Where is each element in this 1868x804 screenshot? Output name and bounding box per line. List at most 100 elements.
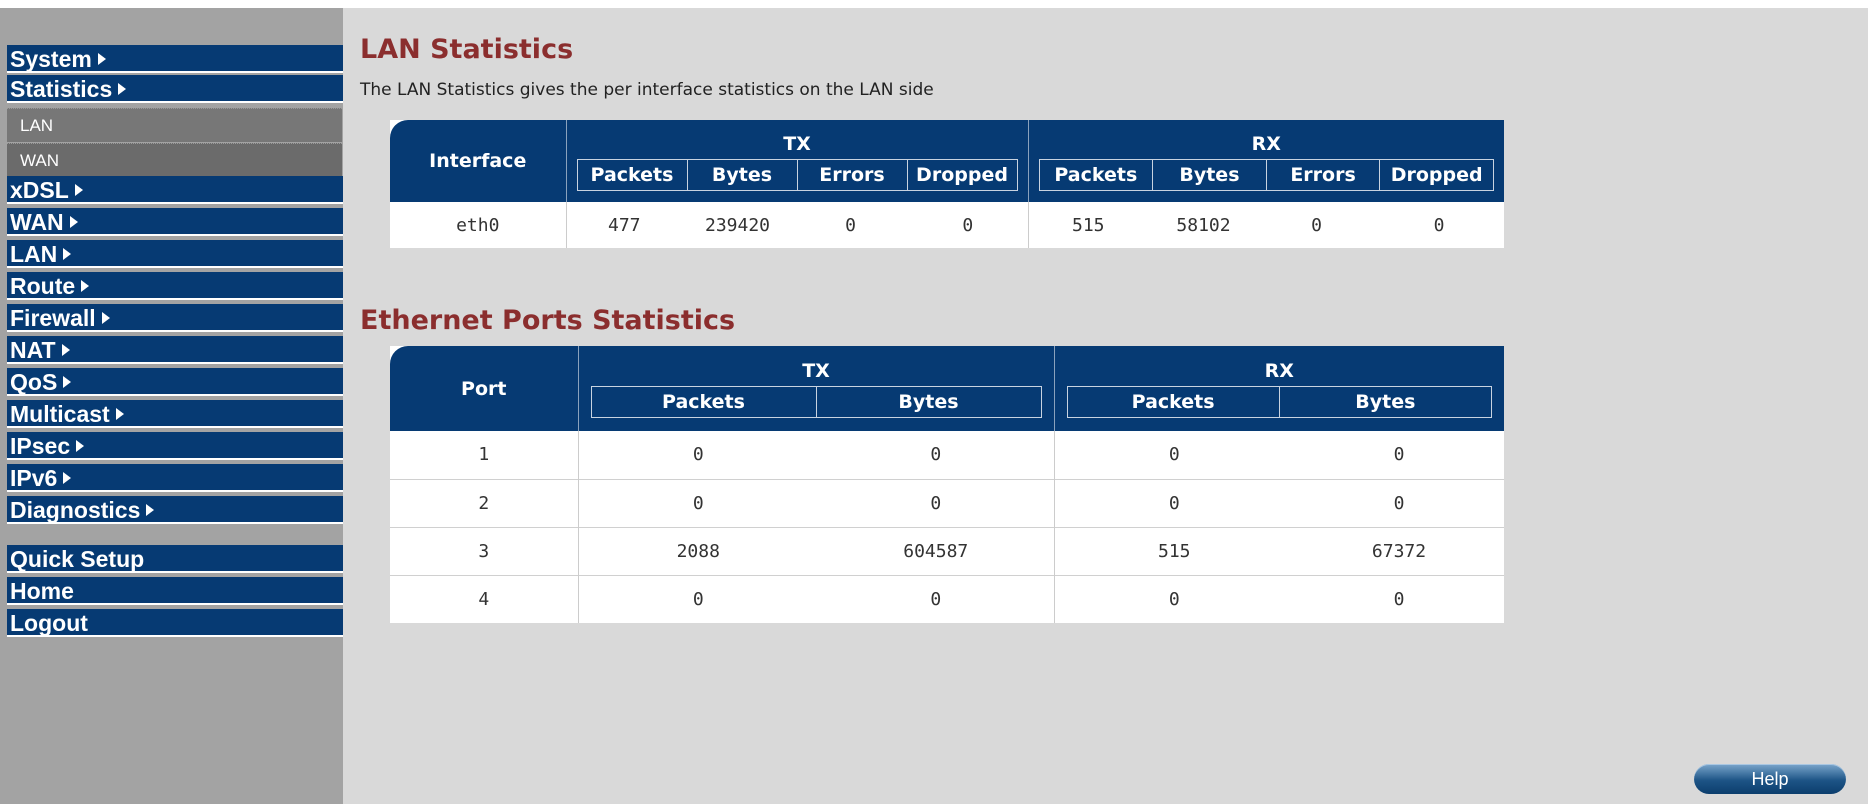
nav-route[interactable]: Route xyxy=(7,272,360,300)
lan-stats-table: Interface TX Packets Bytes Errors Droppe… xyxy=(390,120,1504,248)
chevron-right-icon xyxy=(61,343,70,356)
nav-label: Multicast xyxy=(10,401,110,427)
nav-diagnostics[interactable]: Diagnostics xyxy=(7,496,360,524)
nav-label: Logout xyxy=(10,610,88,636)
nav-lan[interactable]: LAN xyxy=(7,240,360,268)
nav-statistics-lan[interactable]: LAN xyxy=(7,108,342,142)
tx-group-label: TX xyxy=(802,359,830,382)
col-header-tx-packets: Packets xyxy=(592,386,817,417)
cell-rx-bytes: 0 xyxy=(1393,492,1405,514)
nav-quick-setup[interactable]: Quick Setup xyxy=(7,545,360,573)
rx-subheaders: Packets Bytes Errors Dropped xyxy=(1038,159,1494,191)
chevron-right-icon xyxy=(63,375,72,388)
nav-label: Home xyxy=(10,578,74,604)
table-row: 4 0 0 0 0 xyxy=(390,575,1504,623)
col-header-rx-errors: Errors xyxy=(1267,160,1381,190)
cell-port: 3 xyxy=(390,527,579,575)
cell-port: 2 xyxy=(390,479,579,527)
cell-rx-packets: 515 xyxy=(1157,540,1191,562)
nav-ipv6[interactable]: IPv6 xyxy=(7,464,360,492)
sidebar: System Statistics LAN WAN xDSL WAN LAN R… xyxy=(0,8,360,804)
tx-subheaders: Packets Bytes xyxy=(590,385,1042,418)
nav-label: Route xyxy=(10,273,76,299)
chevron-right-icon xyxy=(101,311,110,324)
lan-stats-title: LAN Statistics xyxy=(360,34,574,65)
cell-rx-bytes: 0 xyxy=(1393,588,1405,610)
cell-port: 4 xyxy=(390,575,579,623)
col-header-port: Port xyxy=(390,346,579,431)
col-header-rx-bytes: Bytes xyxy=(1153,160,1267,190)
nav-ipsec[interactable]: IPsec xyxy=(7,432,360,460)
help-button[interactable]: Help xyxy=(1694,764,1846,794)
cell-tx-bytes: 0 xyxy=(818,431,1055,479)
chevron-right-icon xyxy=(81,279,90,292)
nav-home[interactable]: Home xyxy=(7,577,360,605)
cell-interface: eth0 xyxy=(390,202,567,248)
cell-tx-packets: 0 xyxy=(692,492,704,514)
chevron-right-icon xyxy=(118,82,127,95)
nav-firewall[interactable]: Firewall xyxy=(7,304,360,332)
nav-qos[interactable]: QoS xyxy=(7,368,360,396)
cell-tx-packets: 0 xyxy=(692,444,704,466)
col-header-interface: Interface xyxy=(390,120,567,202)
tx-subheaders: Packets Bytes Errors Dropped xyxy=(576,159,1018,191)
nav-nat[interactable]: NAT xyxy=(7,336,360,364)
cell-rx-packets: 0 xyxy=(1168,588,1180,610)
cell-rx-dropped: 0 xyxy=(1433,214,1445,236)
cell-port: 1 xyxy=(390,431,579,479)
nav-system[interactable]: System xyxy=(7,45,360,73)
main-content: LAN Statistics The LAN Statistics gives … xyxy=(343,8,1868,804)
cell-tx-dropped: 0 xyxy=(908,202,1029,248)
col-header-tx-bytes: Bytes xyxy=(898,390,959,413)
cell-rx-bytes: 67372 xyxy=(1371,540,1427,562)
nav-label: Statistics xyxy=(10,76,113,102)
nav-label: LAN xyxy=(10,241,58,267)
chevron-right-icon xyxy=(63,247,72,260)
chevron-right-icon xyxy=(97,52,106,65)
col-header-tx-errors: Errors xyxy=(798,160,908,190)
nav-statistics[interactable]: Statistics xyxy=(7,75,360,103)
col-header-tx-packets: Packets xyxy=(578,160,688,190)
table-row: eth0 477 239420 0 0 515 58102 0 0 xyxy=(390,202,1504,248)
chevron-right-icon xyxy=(115,407,124,420)
nav-label: System xyxy=(10,46,92,72)
nav-label: xDSL xyxy=(10,177,69,203)
nav-logout[interactable]: Logout xyxy=(7,609,360,637)
cell-tx-packets: 477 xyxy=(607,214,641,236)
cell-rx-bytes: 58102 xyxy=(1176,214,1231,236)
nav-wan[interactable]: WAN xyxy=(7,208,360,236)
col-group-tx: TX Packets Bytes xyxy=(578,346,1055,431)
rx-subheaders: Packets Bytes xyxy=(1066,385,1492,418)
rx-group-label: RX xyxy=(1251,133,1281,155)
lan-stats-description: The LAN Statistics gives the per interfa… xyxy=(360,80,934,100)
cell-tx-bytes: 0 xyxy=(818,479,1055,527)
cell-rx-bytes: 0 xyxy=(1393,444,1405,466)
col-header-rx-dropped: Dropped xyxy=(1390,164,1483,186)
cell-tx-packets: 0 xyxy=(692,588,704,610)
chevron-right-icon xyxy=(69,215,78,228)
col-header-tx-bytes: Bytes xyxy=(688,160,798,190)
nav-xdsl[interactable]: xDSL xyxy=(7,176,360,204)
col-header-tx-dropped: Dropped xyxy=(916,164,1008,186)
rx-group-label: RX xyxy=(1264,359,1294,382)
chevron-right-icon xyxy=(76,439,85,452)
cell-tx-packets: 2088 xyxy=(676,540,720,562)
chevron-right-icon xyxy=(146,503,155,516)
cell-tx-bytes: 0 xyxy=(818,575,1055,623)
col-group-tx: TX Packets Bytes Errors Dropped xyxy=(566,120,1029,202)
nav-label: IPv6 xyxy=(10,465,58,491)
cell-tx-bytes: 604587 xyxy=(818,527,1055,575)
cell-rx-packets: 0 xyxy=(1168,492,1180,514)
table-row: 3 2088 604587 515 67372 xyxy=(390,527,1504,575)
chevron-right-icon xyxy=(74,183,83,196)
chevron-right-icon xyxy=(63,471,72,484)
col-header-rx-bytes: Bytes xyxy=(1355,390,1416,413)
nav-statistics-wan[interactable]: WAN xyxy=(7,143,342,177)
tx-group-label: TX xyxy=(783,133,811,155)
nav-multicast[interactable]: Multicast xyxy=(7,400,360,428)
cell-tx-errors: 0 xyxy=(845,214,856,236)
table-row: 1 0 0 0 0 xyxy=(390,431,1504,479)
nav-label: Diagnostics xyxy=(10,497,141,523)
cell-tx-bytes: 239420 xyxy=(704,214,771,236)
col-group-rx: RX Packets Bytes Errors Dropped xyxy=(1028,120,1504,202)
